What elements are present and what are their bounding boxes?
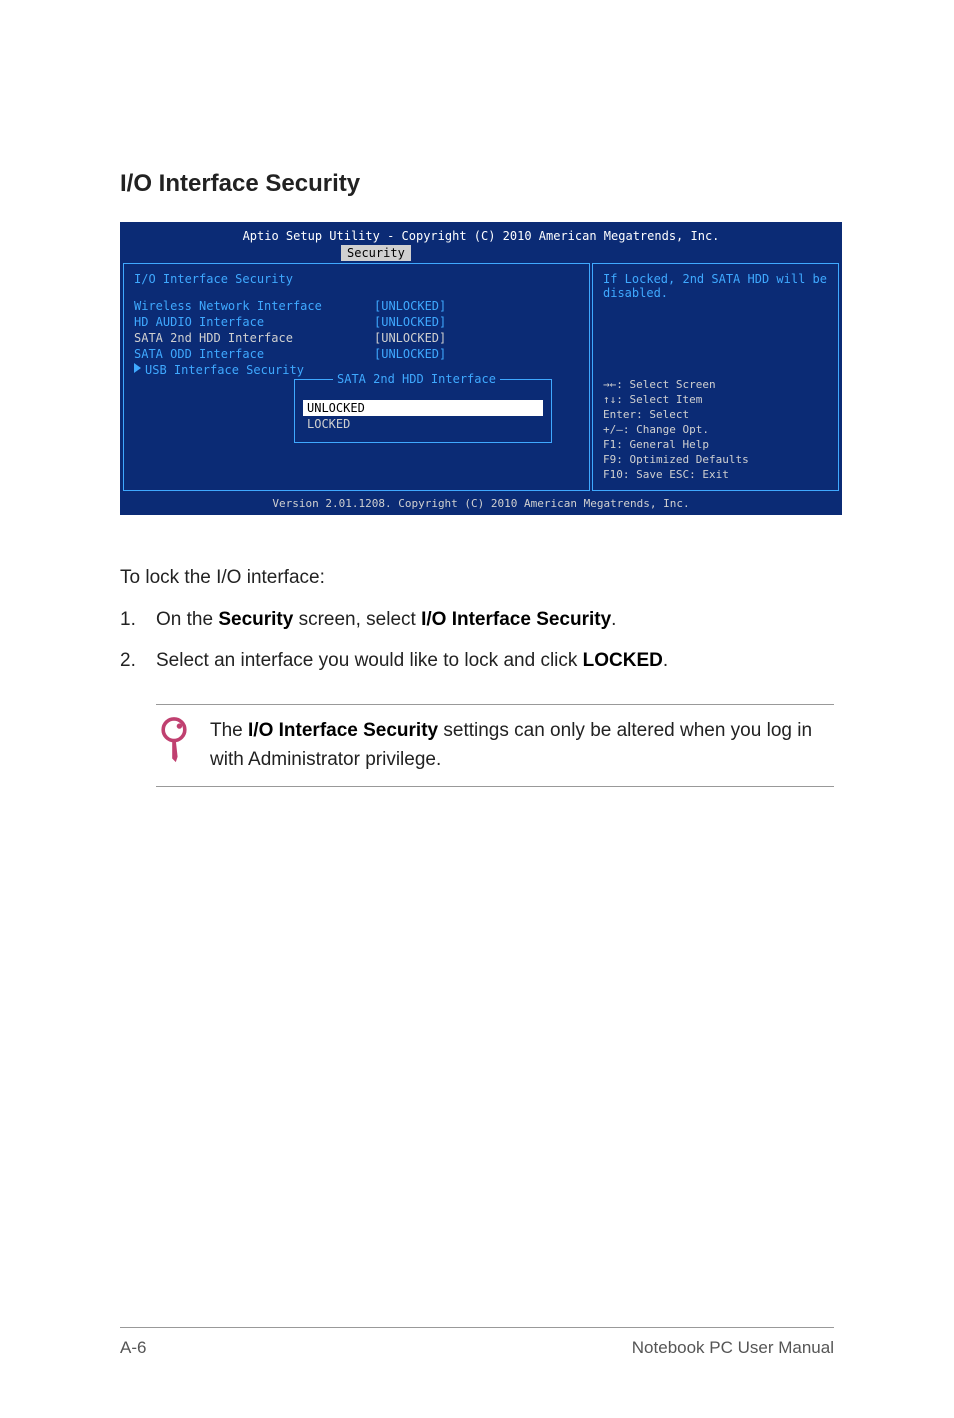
bios-item-label: HD AUDIO Interface [134, 315, 374, 329]
bios-item-hdaudio: HD AUDIO Interface [UNLOCKED] [134, 314, 579, 330]
page-number: A-6 [120, 1338, 146, 1358]
step-2: 2.Select an interface you would like to … [120, 646, 834, 676]
bios-main-panel: I/O Interface Security Wireless Network … [123, 263, 590, 491]
nav-line: F10: Save ESC: Exit [603, 467, 828, 482]
nav-line: F1: General Help [603, 437, 828, 452]
note-box: The I/O Interface Security settings can … [156, 704, 834, 787]
bold: I/O Interface Security [248, 720, 438, 741]
nav-line: Enter: Select [603, 407, 828, 422]
text: The [210, 720, 248, 741]
bios-item-value: [UNLOCKED] [374, 315, 446, 329]
bios-popup-title: SATA 2nd HDD Interface [333, 372, 500, 386]
page-footer: A-6 Notebook PC User Manual [120, 1327, 834, 1358]
bold: Security [218, 609, 293, 630]
bios-item-label: Wireless Network Interface [134, 299, 374, 313]
text: Select an interface you would like to lo… [156, 650, 583, 671]
bios-item-label: SATA 2nd HDD Interface [134, 331, 374, 345]
bios-popup: SATA 2nd HDD Interface UNLOCKED LOCKED [294, 379, 552, 443]
bios-nav-help: →←: Select Screen ↑↓: Select Item Enter:… [603, 377, 828, 482]
text: screen, select [293, 609, 421, 630]
bios-panel-title: I/O Interface Security [134, 272, 579, 286]
bios-screenshot: Aptio Setup Utility - Copyright (C) 2010… [120, 222, 842, 515]
bios-item-value: [UNLOCKED] [374, 347, 446, 361]
bios-footer: Version 2.01.1208. Copyright (C) 2010 Am… [121, 493, 841, 514]
text: . [663, 650, 668, 671]
triangle-icon [134, 363, 141, 373]
nav-line: +/—: Change Opt. [603, 422, 828, 437]
bios-tab-security: Security [341, 245, 411, 261]
nav-line: ↑↓: Select Item [603, 392, 828, 407]
step-number: 1. [120, 605, 156, 635]
note-text: The I/O Interface Security settings can … [210, 717, 834, 774]
manual-title: Notebook PC User Manual [632, 1338, 834, 1358]
bios-item-value: [UNLOCKED] [374, 299, 446, 313]
nav-line: F9: Optimized Defaults [603, 452, 828, 467]
bios-help-text: If Locked, 2nd SATA HDD will be disabled… [603, 272, 828, 300]
bios-item-sata2nd: SATA 2nd HDD Interface [UNLOCKED] [134, 330, 579, 346]
step-number: 2. [120, 646, 156, 676]
bios-item-value: [UNLOCKED] [374, 331, 446, 345]
bold: I/O Interface Security [421, 609, 611, 630]
instructions-intro: To lock the I/O interface: [120, 563, 834, 593]
section-title: I/O Interface Security [120, 170, 834, 198]
text: . [611, 609, 616, 630]
bios-popup-option-unlocked: UNLOCKED [303, 400, 543, 416]
nav-line: →←: Select Screen [603, 377, 828, 392]
bios-header: Aptio Setup Utility - Copyright (C) 2010… [121, 223, 841, 245]
bios-popup-option-locked: LOCKED [303, 416, 543, 432]
text: On the [156, 609, 218, 630]
hint-icon [156, 717, 192, 774]
bios-item-label: SATA ODD Interface [134, 347, 374, 361]
step-1: 1.On the Security screen, select I/O Int… [120, 605, 834, 635]
bold: LOCKED [583, 650, 663, 671]
bios-item-wireless: Wireless Network Interface [UNLOCKED] [134, 298, 579, 314]
bios-help-panel: If Locked, 2nd SATA HDD will be disabled… [592, 263, 839, 491]
bios-item-sataodd: SATA ODD Interface [UNLOCKED] [134, 346, 579, 362]
